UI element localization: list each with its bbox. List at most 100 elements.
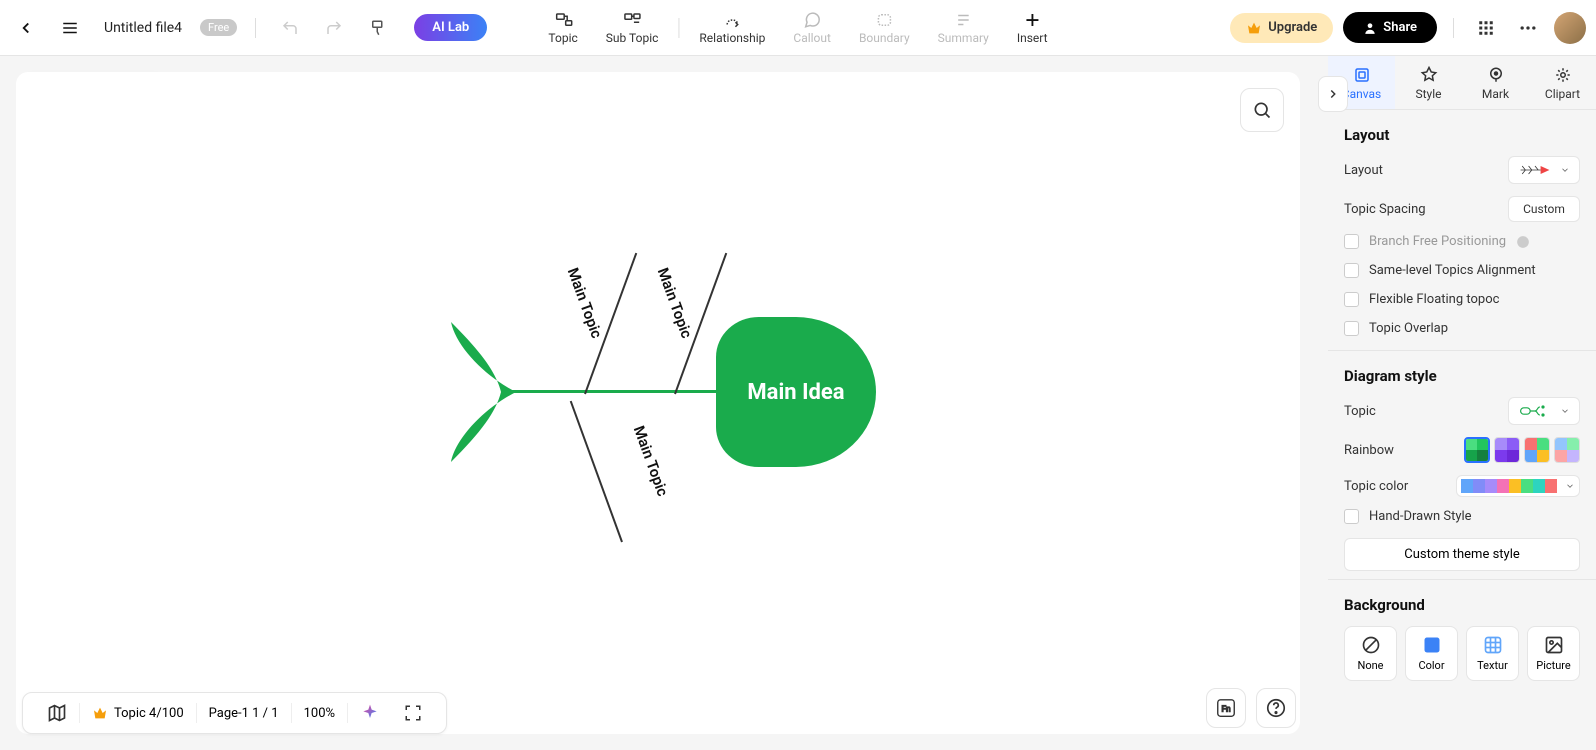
topic-2-label[interactable]: Main Topic xyxy=(654,265,696,340)
zoom-indicator[interactable]: 100% xyxy=(292,699,347,727)
flexible-float-checkbox[interactable] xyxy=(1344,292,1359,307)
tab-style[interactable]: Style xyxy=(1395,56,1462,109)
same-level-checkbox[interactable] xyxy=(1344,263,1359,278)
share-button[interactable]: Share xyxy=(1343,12,1437,43)
callout-tool[interactable]: Callout xyxy=(779,4,845,52)
boundary-tool[interactable]: Boundary xyxy=(845,4,924,52)
bg-picture-option[interactable]: Picture xyxy=(1527,626,1580,681)
branch-free-label: Branch Free Positioning xyxy=(1369,234,1506,249)
none-icon xyxy=(1361,635,1381,655)
tab-style-label: Style xyxy=(1415,87,1441,101)
rainbow-swatch-1[interactable] xyxy=(1464,437,1490,463)
map-icon xyxy=(47,703,67,723)
map-overview-button[interactable] xyxy=(35,699,79,727)
layout-section-title: Layout xyxy=(1344,126,1580,144)
relationship-label: Relationship xyxy=(699,31,765,45)
relationship-icon xyxy=(722,11,742,29)
bg-color-option[interactable]: Color xyxy=(1405,626,1458,681)
filename[interactable]: Untitled file4 xyxy=(104,20,182,36)
background-title: Background xyxy=(1344,596,1580,614)
layout-selector[interactable] xyxy=(1508,156,1580,184)
more-button[interactable] xyxy=(1512,12,1544,44)
rainbow-swatch-3[interactable] xyxy=(1524,437,1550,463)
callout-label: Callout xyxy=(793,31,831,45)
summary-label: Summary xyxy=(938,31,989,45)
fullscreen-icon xyxy=(404,704,422,722)
undo-button[interactable] xyxy=(274,12,306,44)
topbar-right-group: Upgrade Share xyxy=(1230,12,1586,44)
overlap-checkbox[interactable] xyxy=(1344,321,1359,336)
zoom-text: 100% xyxy=(304,706,335,721)
bottom-right-buttons: Fn xyxy=(1206,688,1296,728)
bg-none-option[interactable]: None xyxy=(1344,626,1397,681)
subtopic-tool[interactable]: Sub Topic xyxy=(592,4,673,52)
overlap-label: Topic Overlap xyxy=(1369,321,1448,336)
free-badge: Free xyxy=(200,19,237,36)
diagram-style-title: Diagram style xyxy=(1344,367,1580,385)
ai-lab-button[interactable]: AI Lab xyxy=(414,14,487,41)
chevron-down-icon xyxy=(1565,481,1575,491)
layout-label: Layout xyxy=(1344,163,1383,178)
svg-text:Fn: Fn xyxy=(1221,705,1230,715)
canvas-tab-icon xyxy=(1353,66,1371,84)
fullscreen-button[interactable] xyxy=(392,699,434,727)
spacing-selector[interactable]: Custom xyxy=(1508,196,1580,222)
chevron-left-icon xyxy=(17,19,35,37)
topic-3-label[interactable]: Main Topic xyxy=(630,423,672,498)
person-icon xyxy=(1363,21,1377,35)
tab-mark-label: Mark xyxy=(1482,87,1509,101)
topic-style-preview-icon xyxy=(1518,403,1552,419)
topic-counter[interactable]: Topic 4/100 xyxy=(80,699,196,727)
main-idea-node[interactable]: Main Idea xyxy=(716,317,876,467)
bg-color-label: Color xyxy=(1418,659,1444,672)
page-indicator[interactable]: Page-1 1 / 1 xyxy=(197,699,291,727)
function-key-button[interactable]: Fn xyxy=(1206,688,1246,728)
subtopic-label: Sub Topic xyxy=(606,31,659,45)
share-label: Share xyxy=(1383,20,1417,35)
apps-grid-button[interactable] xyxy=(1470,12,1502,44)
texture-icon xyxy=(1483,635,1503,655)
ai-sparkle-button[interactable] xyxy=(348,699,392,727)
same-level-label: Same-level Topics Alignment xyxy=(1369,263,1536,278)
hamburger-menu-button[interactable] xyxy=(54,12,86,44)
help-button[interactable] xyxy=(1256,688,1296,728)
upgrade-button[interactable]: Upgrade xyxy=(1230,13,1333,43)
tab-clipart[interactable]: Clipart xyxy=(1529,56,1596,109)
topic-style-label: Topic xyxy=(1344,404,1376,419)
bg-none-label: None xyxy=(1357,659,1383,672)
insert-label: Insert xyxy=(1017,31,1048,45)
canvas[interactable]: Main Topic Main Topic Main Topic Main Id… xyxy=(16,72,1300,734)
top-toolbar: Untitled file4 Free AI Lab Topic Sub Top… xyxy=(0,0,1596,56)
topbar-left-group: Untitled file4 Free AI Lab xyxy=(10,12,487,44)
custom-theme-button[interactable]: Custom theme style xyxy=(1344,538,1580,571)
topic-label: Topic xyxy=(548,31,577,45)
spacing-value: Custom xyxy=(1523,202,1565,216)
user-avatar[interactable] xyxy=(1554,12,1586,44)
bone-3[interactable] xyxy=(570,401,623,543)
chevron-right-icon xyxy=(1326,87,1340,101)
format-painter-icon xyxy=(369,19,387,37)
relationship-tool[interactable]: Relationship xyxy=(685,4,779,52)
tab-mark[interactable]: Mark xyxy=(1462,56,1529,109)
rainbow-swatch-2[interactable] xyxy=(1494,437,1520,463)
topic-count-text: Topic 4/100 xyxy=(114,706,184,721)
topic-color-selector[interactable] xyxy=(1456,475,1580,497)
hand-drawn-checkbox[interactable] xyxy=(1344,509,1359,524)
topic-style-selector[interactable] xyxy=(1508,397,1580,425)
topic-1-label[interactable]: Main Topic xyxy=(564,265,606,340)
topic-color-label: Topic color xyxy=(1344,479,1408,494)
rainbow-swatch-4[interactable] xyxy=(1554,437,1580,463)
topic-tool[interactable]: Topic xyxy=(534,4,591,52)
bg-texture-option[interactable]: Textur xyxy=(1466,626,1519,681)
summary-tool[interactable]: Summary xyxy=(924,4,1003,52)
redo-button[interactable] xyxy=(318,12,350,44)
panel-body: Layout Layout Topic Spacing Custom Branc… xyxy=(1328,110,1596,750)
search-button[interactable] xyxy=(1240,88,1284,132)
panel-collapse-button[interactable] xyxy=(1318,76,1348,112)
insert-tool[interactable]: Insert xyxy=(1003,4,1062,52)
back-button[interactable] xyxy=(10,12,42,44)
more-horizontal-icon xyxy=(1518,18,1538,38)
format-painter-button[interactable] xyxy=(362,12,394,44)
branch-free-checkbox[interactable] xyxy=(1344,234,1359,249)
page-text: Page-1 1 / 1 xyxy=(209,706,279,721)
